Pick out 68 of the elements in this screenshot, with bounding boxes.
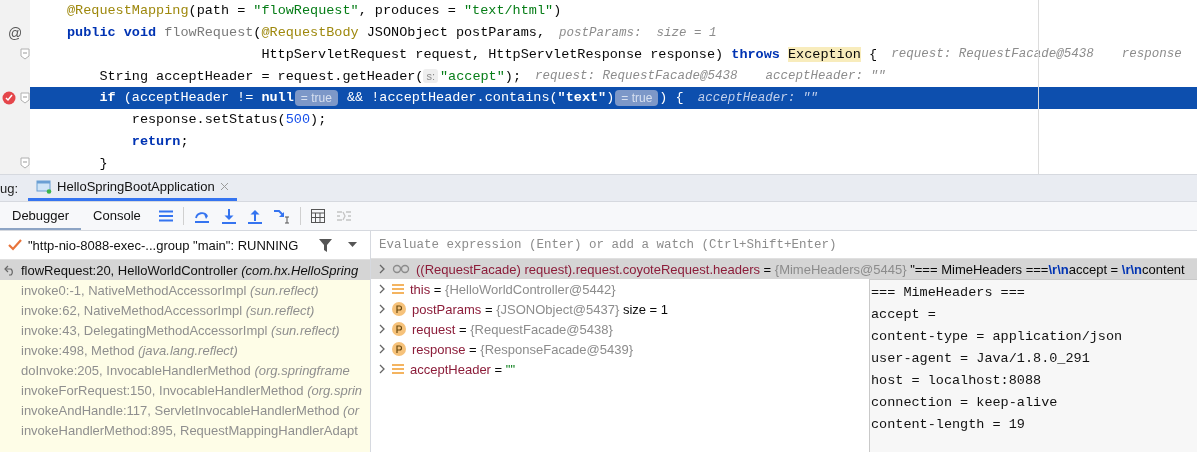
step-out-icon[interactable] bbox=[247, 208, 262, 224]
stack-frame[interactable]: flowRequest:20, HelloWorldController (com.hx.HelloSpring bbox=[0, 260, 370, 280]
frame-text: flowRequest:20, HelloWorldController (com.hx.HelloSpring bbox=[21, 262, 359, 278]
code-text: && !acceptHeader.contains("text") bbox=[345, 90, 615, 106]
filter-icon[interactable] bbox=[319, 238, 332, 252]
frame-text: invokeAndHandle:117, ServletInvocableHandlerMethod (or bbox=[21, 402, 359, 418]
popup-line: content-type = application/json bbox=[871, 328, 1124, 346]
parameter-icon bbox=[392, 302, 406, 316]
popup-line: user-agent = Java/1.8.0_291 bbox=[871, 350, 1091, 368]
frame-text: invoke0:-1, NativeMethodAccessorImpl (sun.reflect) bbox=[21, 282, 319, 298]
checkmark-icon bbox=[8, 239, 22, 251]
variable-text: ((RequestFacade) request).request.coyoteRequest.headers = {MimeHeaders@5445} "=== MimeHeaders ===\r\naccept = \r\ncontent bbox=[416, 261, 1185, 277]
code-text: ) { bbox=[659, 90, 684, 106]
frame-text: invoke:43, DelegatingMethodAccessorImpl (sun.reflect) bbox=[21, 322, 340, 338]
frame-text: invoke:62, NativeMethodAccessorImpl (sun.reflect) bbox=[21, 302, 315, 318]
popup-line: content-length = 19 bbox=[871, 416, 1026, 434]
popup-line: === MimeHeaders === bbox=[871, 284, 1026, 302]
view-tab[interactable]: Console bbox=[81, 202, 153, 230]
return-arrow-icon bbox=[4, 264, 16, 276]
variable-text: request = {RequestFacade@5438} bbox=[412, 321, 613, 337]
panel-title: ug: bbox=[0, 180, 19, 196]
parameter-icon bbox=[392, 322, 406, 336]
code-text: String acceptHeader = request.getHeader( bbox=[99, 68, 424, 84]
fold-marker-icon[interactable] bbox=[20, 91, 30, 104]
fold-marker-icon[interactable] bbox=[20, 157, 30, 170]
inline-value-hint: acceptHeader: "" bbox=[765, 69, 886, 84]
code-text: if (acceptHeader != null bbox=[99, 90, 294, 106]
run-to-cursor-icon[interactable] bbox=[273, 208, 290, 224]
code-text: HttpServletRequest request, HttpServletResponse response) throws Exception { bbox=[261, 46, 878, 62]
breakpoint-icon[interactable] bbox=[2, 90, 16, 105]
inline-value-hint: postParams: size = 1 bbox=[559, 25, 717, 40]
fold-marker-icon[interactable] bbox=[20, 48, 30, 61]
inline-value-hint: acceptHeader: "" bbox=[697, 90, 818, 105]
code-text: response.setStatus(500); bbox=[131, 112, 327, 128]
variable-text: acceptHeader = "" bbox=[410, 361, 516, 377]
variable-text: response = {ResponseFacade@5439} bbox=[412, 341, 634, 357]
variable-row[interactable]: ((RequestFacade) request).request.coyoteRequest.headers = {MimeHeaders@5445} "=== MimeHeaders ===\r\naccept = \r\ncontent bbox=[371, 259, 1197, 279]
popup-line: host = localhost:8088 bbox=[871, 372, 1043, 390]
annotation-gutter-mark[interactable]: @ bbox=[7, 24, 23, 41]
code-text: @RequestMapping(path = "flowRequest", produces = "text/html") bbox=[67, 3, 562, 19]
parameter-icon bbox=[392, 342, 406, 356]
step-into-icon[interactable] bbox=[221, 208, 236, 224]
inline-value-badge: = true bbox=[615, 89, 659, 106]
glasses-icon bbox=[392, 264, 410, 274]
frame-text: invokeHandlerMethod:895, RequestMappingHandlerAdapt bbox=[21, 422, 358, 438]
inline-value-hint: response bbox=[1121, 47, 1182, 62]
inline-value-hint: request: RequestFacade@5438 bbox=[535, 69, 738, 84]
calculator-icon[interactable] bbox=[310, 209, 325, 223]
popup-line: accept = bbox=[871, 306, 937, 324]
frame-text: doInvoke:205, InvocableHandlerMethod (org.springframe bbox=[21, 362, 350, 378]
code-text: public void flowRequest(@RequestBody JSONObject postParams, bbox=[67, 25, 545, 41]
step-over-icon[interactable] bbox=[193, 209, 210, 223]
field-icon bbox=[392, 363, 404, 375]
code-text: return; bbox=[131, 133, 189, 149]
frame-text: invoke:498, Method (java.lang.reflect) bbox=[21, 342, 238, 358]
frame-text: invokeForRequest:150, InvocableHandlerMethod (org.sprin bbox=[21, 382, 363, 398]
close-icon[interactable] bbox=[219, 182, 229, 191]
menu-icon[interactable] bbox=[158, 210, 173, 222]
application-icon bbox=[36, 179, 53, 194]
inline-value-badge: = true bbox=[294, 89, 338, 106]
field-icon bbox=[392, 283, 404, 295]
parameter-hint: s: bbox=[423, 69, 438, 84]
variable-text: postParams = {JSONObject@5437} size = 1 bbox=[412, 301, 669, 317]
code-text: } bbox=[99, 155, 108, 171]
code-text: "accept"); bbox=[440, 68, 522, 84]
popup-line: connection = keep-alive bbox=[871, 394, 1059, 412]
variable-text: this = {HelloWorldController@5442} bbox=[410, 281, 616, 297]
inline-value-hint: request: RequestFacade@5438 bbox=[891, 47, 1094, 62]
